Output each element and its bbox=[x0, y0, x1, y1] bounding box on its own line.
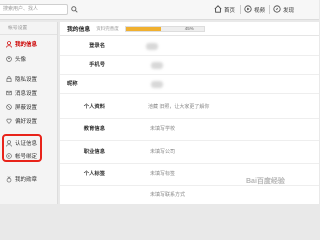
sidebar-item-label: 我的勋章 bbox=[15, 177, 38, 183]
sidebar-item-label: 头像 bbox=[15, 57, 27, 63]
row-nickname: 昵称 bbox=[60, 75, 319, 94]
discover-icon bbox=[273, 5, 281, 15]
row-label bbox=[60, 187, 110, 204]
row-value: 未填写联系方式 bbox=[150, 192, 186, 198]
search-icon[interactable] bbox=[69, 4, 80, 15]
nav-discover[interactable]: 发现 bbox=[273, 4, 294, 16]
redacted-value bbox=[151, 62, 163, 69]
redacted-value bbox=[151, 81, 163, 88]
sidebar-item-avatar[interactable]: 头像 bbox=[0, 54, 58, 64]
sidebar-item-medal[interactable]: 我的勋章 bbox=[0, 174, 58, 184]
sidebar-heading: 帐号设置 bbox=[0, 22, 57, 35]
watermark-logo: Bai百度经验 bbox=[246, 178, 285, 185]
block-icon bbox=[6, 104, 12, 110]
nav-home[interactable]: 首页 bbox=[214, 4, 235, 16]
redacted-value bbox=[146, 43, 158, 50]
divider bbox=[269, 5, 270, 14]
sidebar-item-message[interactable]: 消息设置 bbox=[0, 88, 58, 98]
sidebar-item-my-info[interactable]: 我的信息 bbox=[0, 39, 58, 49]
nav-video-label: 视频 bbox=[254, 8, 266, 14]
row-personal-info[interactable]: 个人资料 池藏 旧照，让大家更了解你 bbox=[60, 98, 319, 119]
nav-video[interactable]: 视频 bbox=[244, 4, 265, 16]
sidebar-item-block[interactable]: 屏蔽设置 bbox=[0, 102, 58, 112]
progress-fill bbox=[125, 26, 161, 31]
row-login-name: 登录名 bbox=[60, 37, 319, 56]
video-icon bbox=[244, 5, 252, 15]
sidebar-item-label: 偏好设置 bbox=[15, 119, 38, 125]
nav-discover-label: 发现 bbox=[283, 8, 295, 14]
top-bar: 搜索用户、找人 首页 视频 发现 bbox=[0, 0, 319, 20]
row-value: 池藏 旧照，让大家更了解你 bbox=[148, 104, 210, 110]
row-career[interactable]: 职业信息 未填写公司 bbox=[60, 143, 319, 164]
row-label: 手机号 bbox=[89, 62, 105, 68]
row-label: 职业信息 bbox=[83, 149, 105, 155]
preference-icon bbox=[6, 118, 12, 124]
row-phone: 手机号 bbox=[60, 56, 319, 75]
row-label: 个人标签 bbox=[83, 171, 105, 177]
sidebar-item-label: 消息设置 bbox=[15, 91, 38, 97]
divider bbox=[240, 5, 241, 14]
row-value: 未填写公司 bbox=[150, 149, 176, 155]
sidebar-item-preference[interactable]: 偏好设置 bbox=[0, 116, 58, 126]
row-label: 昵称 bbox=[67, 81, 78, 87]
sidebar-item-label: 我的信息 bbox=[15, 42, 38, 48]
row-contact[interactable]: 未填写联系方式 bbox=[60, 187, 319, 204]
user-icon bbox=[6, 40, 12, 48]
highlight-box bbox=[2, 134, 42, 162]
profile-progress-bar: 45% bbox=[124, 25, 205, 32]
progress-value: 45% bbox=[184, 25, 194, 31]
nav-home-label: 首页 bbox=[224, 8, 236, 14]
avatar-icon bbox=[6, 56, 12, 62]
page-title: 我的信息 bbox=[67, 27, 91, 33]
medal-icon bbox=[6, 175, 12, 182]
privacy-icon bbox=[6, 76, 12, 82]
profile-header: 我的信息 资料完善度 45% bbox=[60, 22, 319, 36]
row-label: 教育信息 bbox=[83, 126, 105, 132]
row-education[interactable]: 教育信息 未填写学校 bbox=[60, 120, 319, 141]
search-input[interactable]: 搜索用户、找人 bbox=[0, 4, 68, 15]
sidebar-item-privacy[interactable]: 隐私设置 bbox=[0, 74, 58, 84]
settings-sidebar: 帐号设置 我的信息 头像 隐私设置 消息设置 屏蔽设置 偏好设置 认证信息 帐号… bbox=[0, 22, 58, 204]
row-label: 登录名 bbox=[89, 43, 105, 49]
sidebar-item-label: 屏蔽设置 bbox=[15, 105, 38, 111]
home-icon bbox=[214, 5, 222, 15]
row-value: 未填写学校 bbox=[150, 126, 176, 132]
progress-label: 资料完善度 bbox=[96, 25, 119, 31]
row-label: 个人资料 bbox=[83, 104, 105, 110]
sidebar-item-label: 隐私设置 bbox=[15, 77, 38, 83]
row-value: 未填写标签 bbox=[150, 171, 176, 177]
message-icon bbox=[6, 90, 12, 96]
